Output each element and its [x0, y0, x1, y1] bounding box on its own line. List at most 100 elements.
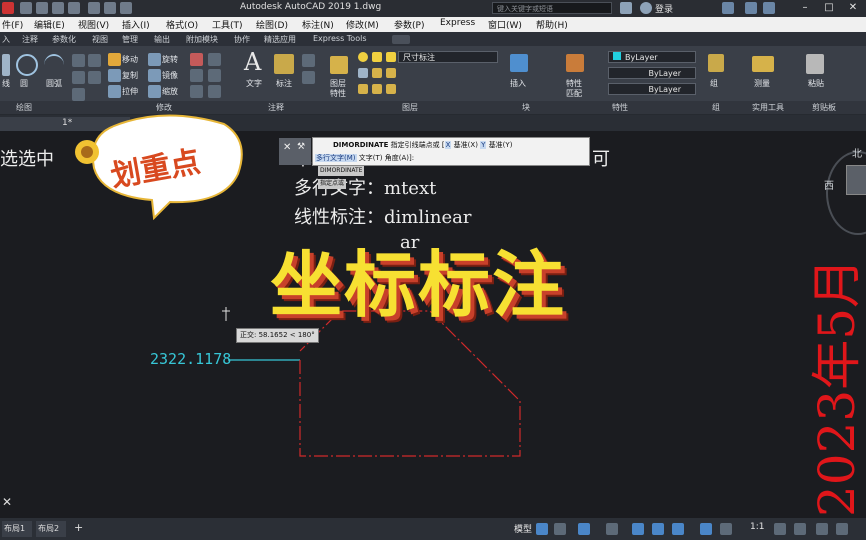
panel-draw-label[interactable]: 绘图: [16, 102, 32, 113]
save-as-icon[interactable]: [68, 2, 80, 14]
ribbon-toggle-icon[interactable]: [392, 35, 410, 44]
print-icon[interactable]: [88, 2, 100, 14]
dimension-label[interactable]: 标注: [276, 78, 292, 89]
match-label-2[interactable]: 匹配: [566, 88, 582, 99]
ortho-icon[interactable]: [578, 523, 590, 535]
menu-edit[interactable]: 编辑(E): [34, 18, 65, 31]
wrench-icon[interactable]: ⚒: [297, 142, 305, 152]
panel-group-label[interactable]: 组: [712, 102, 720, 113]
stretch-label[interactable]: 拉伸: [122, 86, 138, 97]
text-tool-icon[interactable]: A: [244, 48, 261, 76]
layer-dropdown[interactable]: 尺寸标注: [398, 51, 498, 63]
trim-icon[interactable]: [190, 69, 203, 82]
tab-manage[interactable]: 管理: [122, 34, 138, 45]
model-space-label[interactable]: 模型: [514, 522, 532, 535]
option-x-label[interactable]: 基准(X): [454, 141, 478, 149]
layer-tool-4-icon[interactable]: [358, 84, 368, 94]
snap-icon[interactable]: [554, 523, 566, 535]
tab-view[interactable]: 视图: [92, 34, 108, 45]
ellipse-icon[interactable]: [88, 71, 101, 84]
panel-block-label[interactable]: 块: [522, 102, 530, 113]
tab-insert[interactable]: 入: [2, 34, 10, 45]
lineweight-dropdown[interactable]: ByLayer: [608, 83, 696, 95]
insert-block-icon[interactable]: [510, 54, 528, 72]
menu-draw[interactable]: 绘图(D): [256, 18, 288, 31]
panel-properties-label[interactable]: 特性: [612, 102, 628, 113]
mirror-label[interactable]: 镜像: [162, 70, 178, 81]
grid-icon[interactable]: [536, 523, 548, 535]
tab-annotate[interactable]: 注释: [22, 34, 38, 45]
cart-icon[interactable]: [722, 2, 734, 14]
group-label[interactable]: 组: [710, 78, 718, 89]
table-icon[interactable]: [302, 71, 315, 84]
dimension-tool-icon[interactable]: [274, 54, 294, 74]
undo-icon[interactable]: [104, 2, 116, 14]
panel-layers-label[interactable]: 图层: [402, 102, 418, 113]
add-layout-icon[interactable]: +: [74, 521, 83, 534]
option-y-key[interactable]: Y: [480, 141, 487, 149]
copy-icon[interactable]: [108, 69, 121, 82]
option-x-key[interactable]: X: [444, 141, 452, 149]
tab-express-tools[interactable]: Express Tools: [313, 34, 367, 43]
app-menu-icon[interactable]: [2, 2, 14, 14]
osnap-icon[interactable]: [652, 523, 664, 535]
group-icon[interactable]: [708, 54, 724, 72]
tab-output[interactable]: 输出: [154, 34, 170, 45]
rotate-icon[interactable]: [148, 53, 161, 66]
option-text[interactable]: 文字(T): [359, 154, 383, 162]
measure-icon[interactable]: [752, 56, 774, 72]
paste-icon[interactable]: [806, 54, 824, 74]
layer-tool-2-icon[interactable]: [372, 68, 382, 78]
layer-on-icon[interactable]: [358, 52, 368, 62]
layer-tool-6-icon[interactable]: [386, 84, 396, 94]
mirror-icon[interactable]: [148, 69, 161, 82]
measure-label[interactable]: 测量: [754, 78, 770, 89]
option-angle[interactable]: 角度(A): [385, 154, 409, 162]
menu-help[interactable]: 帮助(H): [536, 18, 568, 31]
minimize-button[interactable]: –: [794, 1, 816, 15]
circle-tool-icon[interactable]: [16, 54, 38, 76]
layer-lock-icon[interactable]: [386, 52, 396, 62]
option-mtext[interactable]: 多行文字(M): [315, 154, 357, 162]
paste-label[interactable]: 粘贴: [808, 78, 824, 89]
polygon-icon[interactable]: [72, 88, 85, 101]
layer-properties-label-2[interactable]: 特性: [330, 88, 346, 99]
menu-dimension[interactable]: 标注(N): [302, 18, 334, 31]
offset-icon[interactable]: [208, 85, 221, 98]
help-icon[interactable]: [763, 2, 775, 14]
rotate-label[interactable]: 旋转: [162, 54, 178, 65]
menu-window[interactable]: 窗口(W): [488, 18, 522, 31]
layer-tool-5-icon[interactable]: [372, 84, 382, 94]
layout-tab-1[interactable]: 布局1: [2, 521, 32, 537]
menu-view[interactable]: 视图(V): [78, 18, 109, 31]
panel-clipboard-label[interactable]: 剪贴板: [812, 102, 836, 113]
new-file-icon[interactable]: [20, 2, 32, 14]
rectangle-icon[interactable]: [72, 54, 85, 67]
close-button[interactable]: ✕: [842, 1, 864, 15]
layer-tool-3-icon[interactable]: [386, 68, 396, 78]
menu-modify[interactable]: 修改(M): [346, 18, 379, 31]
close-cmd-icon[interactable]: ✕: [283, 142, 291, 153]
stretch-icon[interactable]: [108, 85, 121, 98]
arc-tool-icon[interactable]: [44, 54, 64, 76]
layer-freeze-icon[interactable]: [372, 52, 382, 62]
move-label[interactable]: 移动: [122, 54, 138, 65]
user-icon[interactable]: [640, 2, 652, 14]
match-properties-icon[interactable]: [566, 54, 584, 72]
scale-label[interactable]: 缩放: [162, 86, 178, 97]
settings-gear-icon[interactable]: [774, 523, 786, 535]
layout-tab-2[interactable]: 布局2: [36, 521, 66, 537]
polar-icon[interactable]: [606, 523, 618, 535]
search-input[interactable]: 键入关键字或短语: [492, 2, 612, 14]
command-line-handle[interactable]: ✕ ⚒: [279, 138, 311, 165]
menu-tools[interactable]: 工具(T): [212, 18, 243, 31]
menu-file[interactable]: 件(F): [2, 18, 23, 31]
menu-insert[interactable]: 插入(I): [122, 18, 150, 31]
layer-properties-icon[interactable]: [330, 56, 348, 74]
text-label[interactable]: 文字: [246, 78, 262, 89]
fillet-icon[interactable]: [190, 85, 203, 98]
add-icon[interactable]: [794, 523, 806, 535]
tab-addins[interactable]: 附加模块: [186, 34, 218, 45]
binoculars-icon[interactable]: [620, 2, 632, 14]
save-icon[interactable]: [52, 2, 64, 14]
